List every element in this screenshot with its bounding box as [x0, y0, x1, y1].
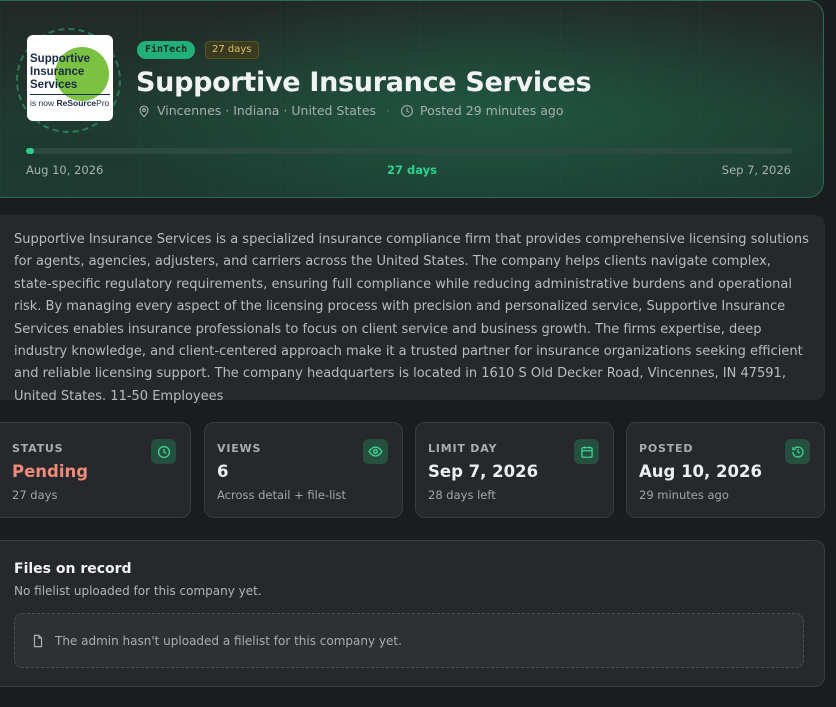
company-header-card: Supportive Insurance Services is now ReS…: [0, 0, 824, 198]
stat-card-limit-day: LIMIT DAY Sep 7, 2026 28 days left: [415, 422, 614, 518]
logo-text-line1: Supportive: [30, 53, 91, 65]
stat-sub: 27 days: [12, 488, 58, 502]
stat-sub: 29 minutes ago: [639, 488, 729, 502]
files-on-record-section: Files on record No filelist uploaded for…: [0, 540, 825, 687]
timeline-end-date: Sep 7, 2026: [721, 163, 791, 177]
posted-time: Posted 29 minutes ago: [420, 103, 564, 118]
stat-card-posted: POSTED Aug 10, 2026 29 minutes ago: [626, 422, 825, 518]
stat-label: VIEWS: [217, 442, 262, 455]
timeline-duration: 27 days: [387, 163, 437, 177]
company-location: Vincennes · Indiana · United States: [157, 103, 377, 118]
timeline-progress-track: [26, 148, 792, 154]
files-empty-state: The admin hasn't uploaded a filelist for…: [14, 613, 804, 668]
meta-separator: ·: [386, 103, 391, 118]
company-name: Supportive Insurance Services: [136, 67, 592, 98]
stat-card-views: VIEWS 6 Across detail + file-list: [204, 422, 403, 518]
stat-value: 6: [217, 462, 229, 481]
stat-value: Aug 10, 2026: [639, 462, 762, 481]
file-icon: [33, 634, 43, 647]
stat-sub: 28 days left: [428, 488, 496, 502]
clock-icon: [151, 439, 176, 464]
days-remaining-tag: 27 days: [205, 41, 259, 59]
clock-icon: [400, 104, 414, 117]
logo-text-line3: Services: [30, 79, 78, 91]
company-description-card: Supportive Insurance Services is a speci…: [0, 215, 825, 404]
company-description: Supportive Insurance Services is a speci…: [14, 232, 809, 404]
company-meta: Vincennes · Indiana · United States · Po…: [137, 103, 563, 118]
stat-label: STATUS: [12, 442, 64, 455]
stat-label: LIMIT DAY: [428, 442, 498, 455]
logo-divider: [30, 94, 110, 95]
stat-label: POSTED: [639, 442, 694, 455]
files-subtitle: No filelist uploaded for this company ye…: [14, 584, 262, 598]
eye-icon: [363, 439, 388, 464]
stat-card-status: STATUS Pending 27 days: [0, 422, 191, 518]
company-logo: Supportive Insurance Services is now ReS…: [27, 35, 113, 121]
calendar-icon: [574, 439, 599, 464]
sector-tag: FinTech: [137, 41, 196, 59]
logo-tagline: is now ReSourcePro: [30, 98, 110, 108]
files-empty-message: The admin hasn't uploaded a filelist for…: [55, 633, 402, 648]
history-icon: [785, 439, 810, 464]
stat-sub: Across detail + file-list: [217, 488, 346, 502]
files-title: Files on record: [14, 561, 132, 577]
logo-text-line2: Insurance: [30, 66, 85, 78]
stat-value: Pending: [12, 462, 89, 481]
timeline-progress-fill: [26, 148, 34, 154]
stat-value: Sep 7, 2026: [428, 462, 539, 481]
location-pin-icon: [139, 104, 149, 118]
